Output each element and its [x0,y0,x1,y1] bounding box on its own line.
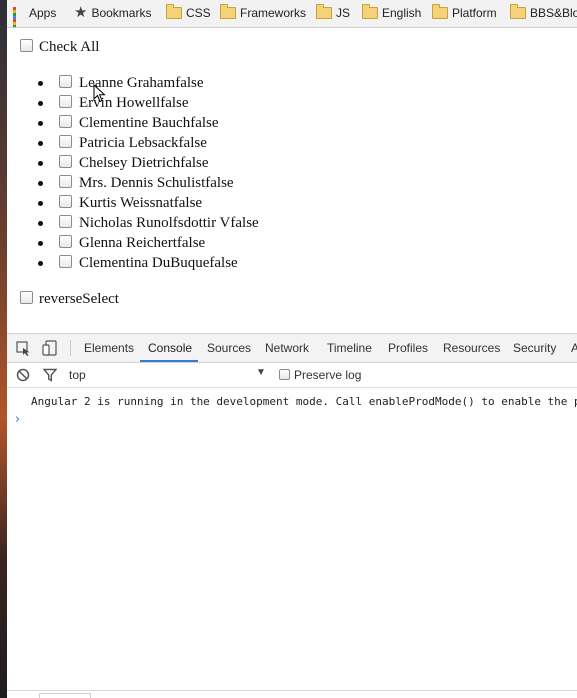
bookmark-folder[interactable]: CSS [166,3,211,23]
user-label: Clementine Bauchfalse [79,115,219,131]
user-label: Glenna Reichertfalse [79,235,206,251]
list-bullet [38,101,43,106]
list-bullet [38,261,43,266]
user-checkbox[interactable] [59,195,72,208]
reverse-select-label: reverseSelect [39,291,119,307]
user-label: Mrs. Dennis Schulistfalse [79,175,234,191]
active-tab-indicator [140,360,198,362]
user-checkbox[interactable] [59,235,72,248]
console-prompt-icon[interactable]: › [15,412,20,427]
context-dropdown-arrow-icon[interactable]: ▼ [256,367,266,378]
folder-icon [220,3,236,19]
inspect-element-icon[interactable] [16,341,31,356]
user-label: Clementina DuBuquefalse [79,255,238,271]
devtools-tabbar: Elements Console Sources Network Timelin… [7,334,577,363]
bookmark-folder[interactable]: Frameworks [220,3,307,23]
clear-console-icon[interactable] [16,368,30,382]
drawer-tab[interactable] [39,693,91,698]
tab-resources[interactable]: Resources [443,341,500,355]
list-bullet [38,81,43,86]
user-checkbox[interactable] [59,75,72,88]
bookmark-folder[interactable]: English [362,3,422,23]
user-checkbox[interactable] [59,115,72,128]
bookmark-folder-label: Frameworks [240,6,307,20]
preserve-log-label: Preserve log [294,368,362,382]
browser-window: Apps ★ Bookmarks CSS Frameworks JS Englis… [7,0,577,698]
star-icon: ★ [74,4,88,22]
tab-sources[interactable]: Sources [207,341,251,355]
devtools-panel: Elements Console Sources Network Timelin… [7,333,577,698]
list-bullet [38,221,43,226]
bookmark-folder-label: English [382,6,422,20]
bookmark-folder-label: BBS&Blo [530,6,577,20]
user-checkbox[interactable] [59,255,72,268]
user-label: Patricia Lebsackfalse [79,135,207,151]
bookmark-bookmarks-label: Bookmarks [91,6,152,20]
bookmark-folder-label: Platform [452,6,497,20]
bookmark-folder[interactable]: BBS&Blo [510,3,577,23]
bookmark-bookmarks[interactable]: ★ Bookmarks [74,4,152,23]
list-bullet [38,141,43,146]
folder-icon [362,3,378,19]
check-all-checkbox[interactable] [20,39,33,52]
devtools-drawer-edge [7,690,577,698]
mouse-cursor-icon [93,84,106,103]
console-message: Angular 2 is running in the development … [31,395,577,408]
bookmark-apps-label: Apps [29,6,57,20]
reverse-select-checkbox[interactable] [20,291,33,304]
user-checkbox[interactable] [59,175,72,188]
user-label: Chelsey Dietrichfalse [79,155,209,171]
folder-icon [510,3,526,19]
bookmark-folder-label: JS [336,6,351,20]
page-content: Check All Leanne Grahamfalse Ervin Howel… [7,28,577,333]
tab-audits[interactable]: A [571,341,577,355]
tab-timeline[interactable]: Timeline [327,341,372,355]
tab-console[interactable]: Console [148,341,192,355]
user-label: Kurtis Weissnatfalse [79,195,203,211]
list-bullet [38,201,43,206]
list-bullet [38,161,43,166]
user-checkbox[interactable] [59,155,72,168]
list-bullet [38,181,43,186]
apps-grid-icon [13,6,25,27]
user-label: Nicholas Runolfsdottir Vfalse [79,215,259,231]
folder-icon [166,3,182,19]
device-mode-icon[interactable] [42,340,58,356]
tab-profiles[interactable]: Profiles [388,341,428,355]
console-toolbar: top ▼ Preserve log [7,363,577,388]
list-bullet [38,121,43,126]
bookmark-folder[interactable]: Platform [432,3,497,23]
user-checkbox[interactable] [59,215,72,228]
folder-icon [316,3,332,19]
user-checkbox[interactable] [59,95,72,108]
bookmark-folder[interactable]: JS [316,3,351,23]
user-checkbox[interactable] [59,135,72,148]
preserve-log-checkbox[interactable] [279,369,290,380]
context-select-value[interactable]: top [69,368,86,382]
folder-icon [432,3,448,19]
bookmark-folder-label: CSS [186,6,211,20]
check-all-label: Check All [39,39,100,55]
bookmark-apps[interactable]: Apps [13,5,57,27]
bookmarks-bar: Apps ★ Bookmarks CSS Frameworks JS Englis… [7,0,577,28]
desktop-background-edge [0,0,7,698]
list-bullet [38,241,43,246]
tab-security[interactable]: Security [513,341,556,355]
tab-network[interactable]: Network [265,341,309,355]
filter-icon[interactable] [43,368,57,382]
tab-elements[interactable]: Elements [84,341,134,355]
toolbar-divider [70,340,71,356]
